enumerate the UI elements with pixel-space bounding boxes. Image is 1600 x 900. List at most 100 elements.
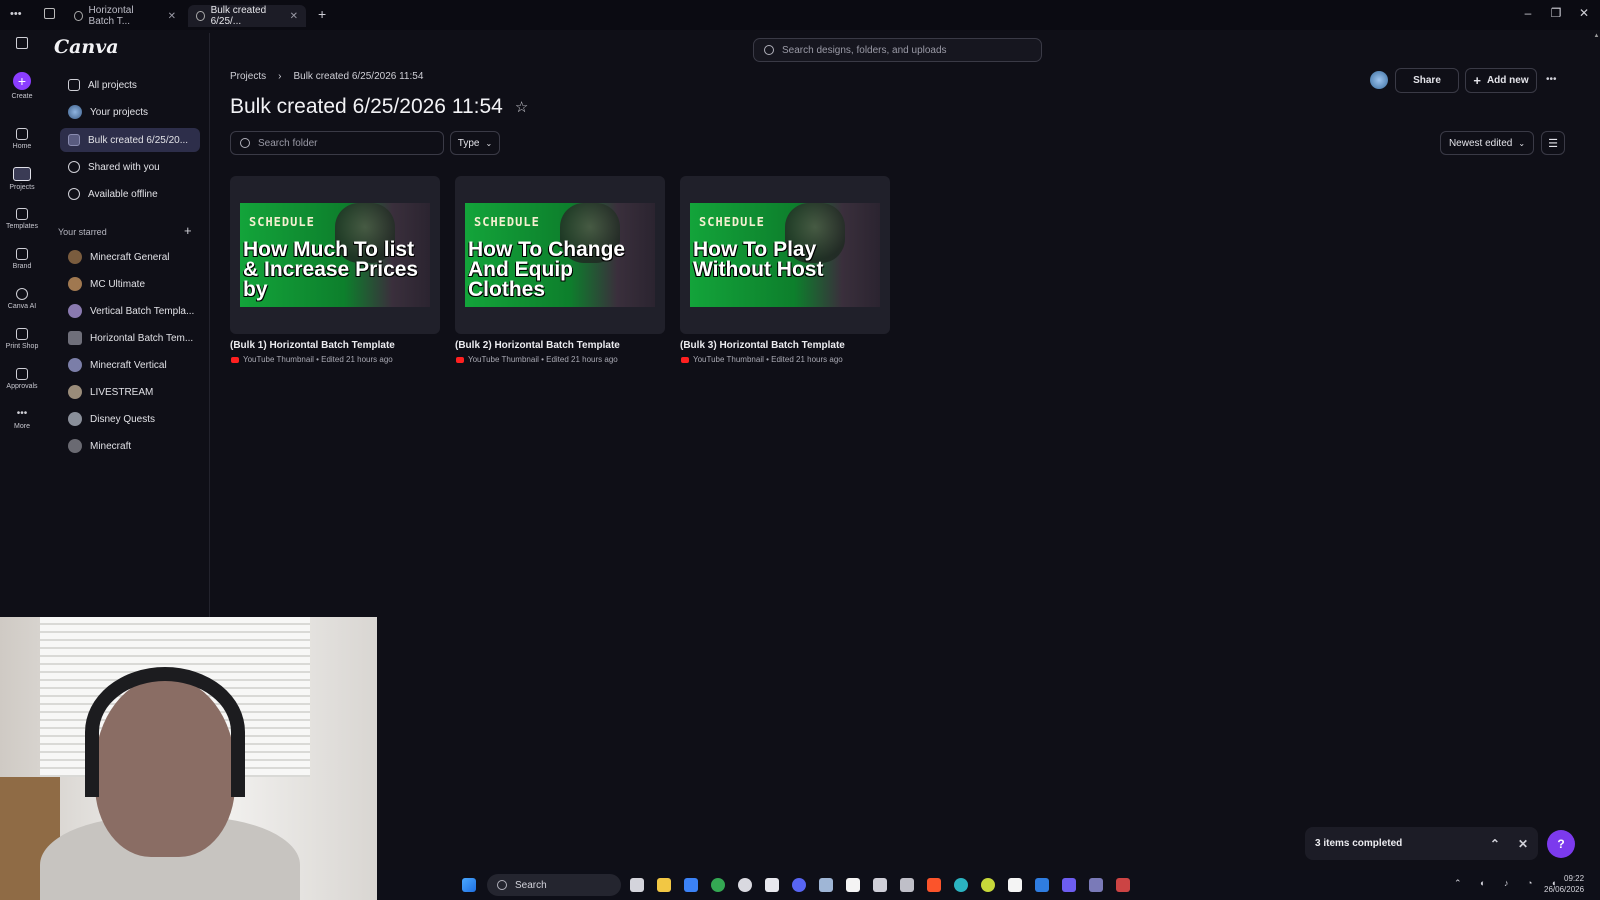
user-avatar[interactable] [1370,71,1388,89]
taskbar-clock[interactable]: 09:22 26/06/2026 [1544,873,1584,895]
starred-item[interactable]: Minecraft General [60,245,200,269]
restore-icon[interactable]: ❐ [1546,6,1566,20]
rail-create[interactable]: + Create [0,72,44,100]
thumbnail-schedule-text: SCHEDULE [249,215,315,229]
nav-bulk-created-folder[interactable]: Bulk created 6/25/20... [60,128,200,152]
starred-item[interactable]: Disney Quests [60,407,200,431]
starred-thumb-icon [68,385,82,399]
star-icon[interactable]: ☆ [515,98,528,116]
starred-item[interactable]: LIVESTREAM [60,380,200,404]
brave-icon[interactable] [927,878,941,892]
close-icon[interactable]: ✕ [168,11,176,22]
rail-templates[interactable]: Templates [0,208,44,230]
browser-tab-bulk-created[interactable]: Bulk created 6/25/... ✕ [188,5,306,27]
notion-icon[interactable] [1008,878,1022,892]
share-button[interactable]: Share [1395,68,1459,93]
starred-item[interactable]: MC Ultimate [60,272,200,296]
starred-thumb-icon [68,439,82,453]
close-icon[interactable]: ✕ [290,11,298,22]
canva-logo[interactable]: Canva [54,36,119,58]
search-icon [497,880,507,890]
taskbar-search[interactable]: Search [487,874,621,896]
add-new-label: Add new [1486,75,1529,86]
design-card[interactable]: SCHEDULE How To Change And Equip Clothes [455,176,665,334]
starred-item[interactable]: Vertical Batch Templa... [60,299,200,323]
nav-available-offline[interactable]: Available offline [60,182,200,206]
more-options-icon[interactable]: ••• [1546,74,1557,85]
rail-print-shop[interactable]: Print Shop [0,328,44,350]
rail-brand[interactable]: Brand [0,248,44,270]
design-card[interactable]: SCHEDULE How To Play Without Host [680,176,890,334]
search-placeholder: Search designs, folders, and uploads [782,44,947,56]
starred-item[interactable]: Horizontal Batch Tem... [60,326,200,350]
design-title[interactable]: (Bulk 2) Horizontal Batch Template [455,340,620,351]
design-title[interactable]: (Bulk 1) Horizontal Batch Template [230,340,395,351]
window-close-icon[interactable]: ✕ [1574,6,1594,20]
sort-dropdown[interactable]: Newest edited ⌄ [1440,131,1534,155]
thumbnail-headline: How To Play Without Host [693,238,824,281]
opera-icon[interactable] [738,878,752,892]
add-new-button[interactable]: + Add new [1465,68,1537,93]
chevron-up-icon[interactable]: ⌃ [1490,837,1500,851]
starred-label: Disney Quests [90,413,156,425]
nav-shared-with-you[interactable]: Shared with you [60,155,200,179]
nav-all-projects[interactable]: All projects [60,73,200,97]
rail-canva-ai[interactable]: Canva AI [0,288,44,310]
minimize-icon[interactable]: – [1518,6,1538,20]
design-title[interactable]: (Bulk 3) Horizontal Batch Template [680,340,845,351]
app-icon[interactable] [900,878,914,892]
starred-item[interactable]: Minecraft Vertical [60,353,200,377]
home-icon [16,128,28,140]
breadcrumb-projects-link[interactable]: Projects [230,71,266,82]
starred-label: MC Ultimate [90,278,146,290]
youtube-icon [231,356,239,363]
help-button[interactable]: ? [1547,830,1575,858]
app-icon[interactable] [1035,878,1049,892]
task-view-icon[interactable] [630,878,644,892]
app-icon[interactable] [1089,878,1103,892]
global-search-input[interactable]: Search designs, folders, and uploads [753,38,1042,62]
taskbar-time: 09:22 [1564,874,1585,883]
home-tab-icon[interactable] [44,8,55,19]
page-scrollbar[interactable]: ▲ [1593,33,1600,870]
app-icon[interactable] [765,878,779,892]
browser-tab-horizontal-batch[interactable]: Horizontal Batch T... ✕ [66,5,184,27]
page-title: Bulk created 6/25/2026 11:54 [230,95,503,118]
list-view-button[interactable]: ☰ [1541,131,1565,155]
starred-item[interactable]: Minecraft [60,434,200,458]
app-icon[interactable] [981,878,995,892]
tab-label: Bulk created 6/25/... [210,5,267,27]
app-icon[interactable] [1116,878,1130,892]
all-projects-icon [68,79,80,91]
windows-start-icon[interactable] [462,878,476,892]
notepad-icon[interactable] [846,878,860,892]
discord-icon[interactable] [792,878,806,892]
steam-icon[interactable] [819,878,833,892]
rail-home[interactable]: Home [0,128,44,150]
nav-label: Bulk created 6/25/20... [88,134,189,146]
app-icon[interactable] [1062,878,1076,892]
chrome-icon[interactable] [711,878,725,892]
starred-label: Minecraft Vertical [90,359,167,371]
approvals-icon [16,368,28,380]
thumbnail-headline: How To Change And Equip Clothes [468,238,626,301]
design-card[interactable]: SCHEDULE How Much To list & Increase Pri… [230,176,440,334]
sidebar-toggle-icon[interactable] [16,37,28,49]
nav-your-projects[interactable]: Your projects [60,100,200,124]
scroll-up-icon[interactable]: ▲ [1593,33,1600,39]
rail-more[interactable]: ••• More [0,408,44,430]
edge-icon[interactable] [954,878,968,892]
folder-icon [68,134,80,146]
folder-search-input[interactable]: Search folder [230,131,444,155]
tab-menu-icon[interactable]: ••• [10,8,22,20]
rail-projects[interactable]: Projects [0,167,44,191]
add-starred-icon[interactable]: + [184,223,192,238]
mail-icon[interactable] [684,878,698,892]
thumbnail-schedule-text: SCHEDULE [474,215,540,229]
app-icon[interactable] [873,878,887,892]
close-icon[interactable]: ✕ [1518,837,1528,851]
new-tab-icon[interactable]: + [318,6,326,22]
file-explorer-icon[interactable] [657,878,671,892]
type-filter-dropdown[interactable]: Type ⌄ [450,131,500,155]
rail-approvals[interactable]: Approvals [0,368,44,390]
